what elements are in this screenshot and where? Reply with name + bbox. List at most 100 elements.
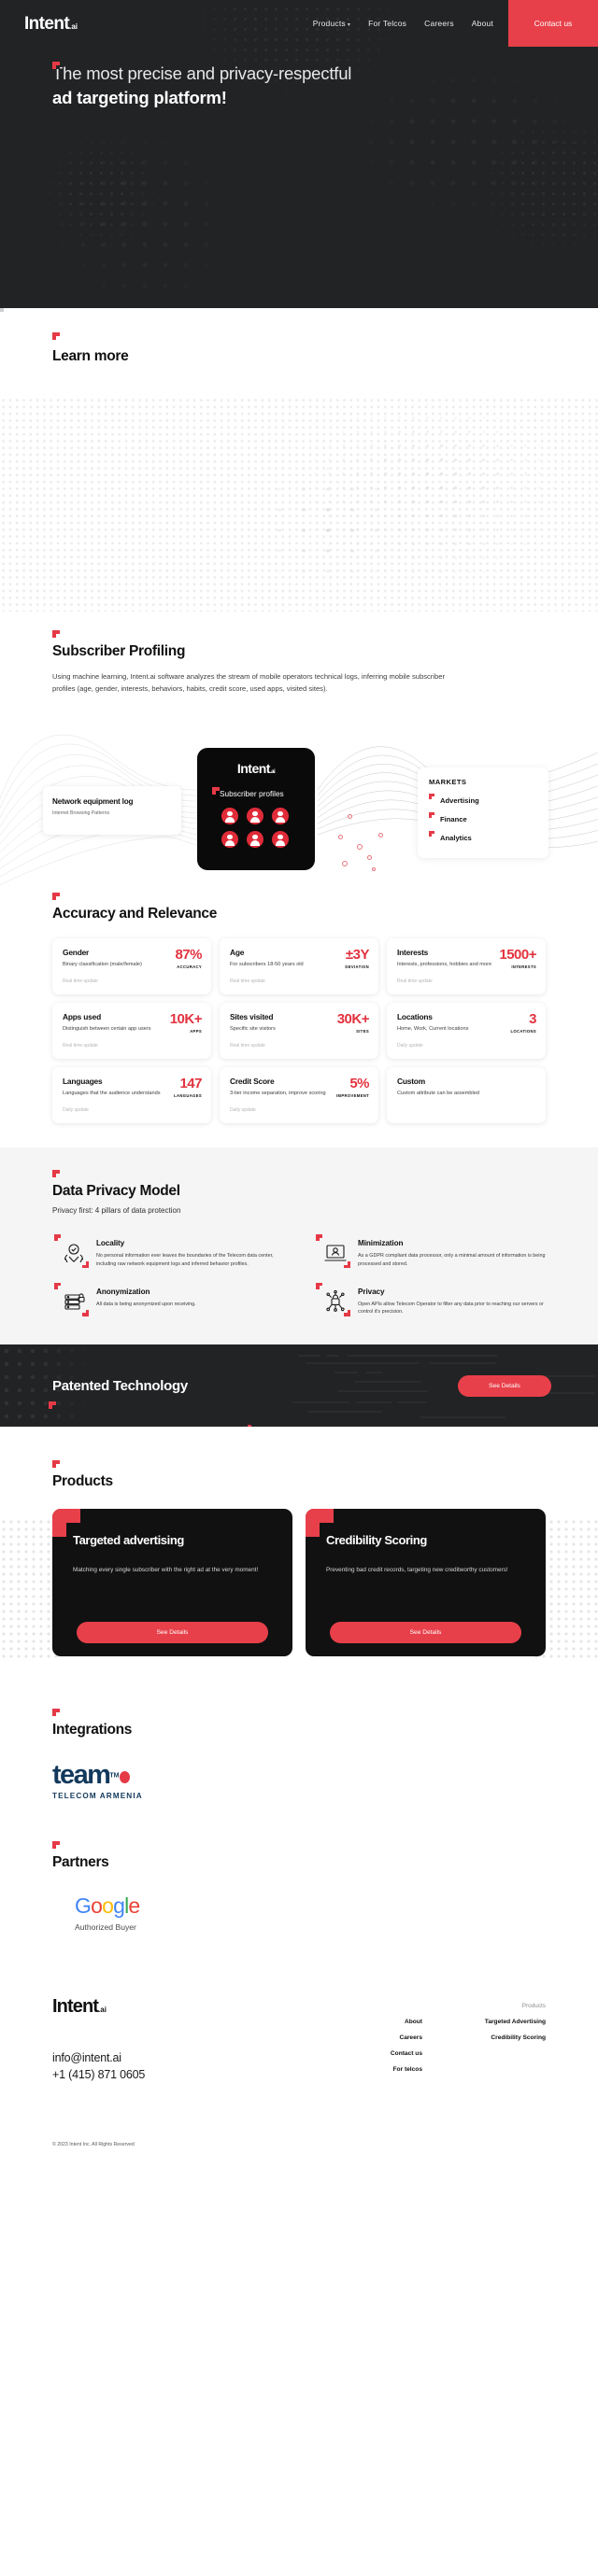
footer-brand-logo-suffix: .ai	[98, 2005, 107, 2014]
footer-brand-logo-text: Intent	[52, 1995, 99, 2017]
footer-column-company: About Careers Contact us For telcos	[348, 2003, 422, 2085]
edge-tick	[0, 308, 4, 312]
pillar-text: Minimization As a GDPR compliant data pr…	[358, 1239, 561, 1269]
red-corner-mark-icon	[344, 1309, 350, 1316]
red-corner-mark-icon	[212, 787, 220, 795]
brand-logo-suffix: .ai	[69, 21, 78, 31]
contact-us-button[interactable]: Contact us	[508, 0, 598, 47]
stat-title: Credit Score	[230, 1077, 275, 1087]
hero-heading: The most precise and privacy-respectful …	[52, 62, 598, 111]
stat-unit: ACCURACY	[177, 964, 202, 970]
hero-content: The most precise and privacy-respectful …	[0, 47, 598, 111]
stat-top: Interests Interests, professions, hobbie…	[397, 948, 536, 969]
see-details-button[interactable]: See Details	[458, 1374, 551, 1397]
avatar	[272, 808, 289, 825]
footer-link-careers[interactable]: Careers	[348, 2034, 422, 2041]
card-brand-logo-suffix: .ai	[269, 769, 276, 776]
stat-text: Age For subscribers 18-50 years old	[230, 948, 304, 968]
card-brand-logo-text: Intent	[236, 761, 271, 777]
team-telecom-armenia-logo: teamTM TELECOM ARMENIA	[52, 1760, 598, 1800]
stat-value: 10K+	[169, 1011, 203, 1028]
chevron-down-icon: ▾	[347, 22, 351, 28]
product-card-desc: Preventing bad credit records, targeting…	[326, 1567, 508, 1574]
privacy-pillar-privacy: Privacy Open APIs allow Telecom Operator…	[314, 1282, 561, 1317]
footer-phone[interactable]: +1 (415) 871 0605	[52, 2066, 348, 2084]
nav-item-products-label: Products	[312, 19, 346, 28]
avatar	[247, 831, 263, 849]
footer-link-contact-us[interactable]: Contact us	[348, 2050, 422, 2057]
patented-technology-banner: Patented Technology See Details	[0, 1344, 598, 1428]
stat-desc: Home, Work, Current locations	[397, 1026, 469, 1033]
nav-item-about[interactable]: About	[472, 19, 493, 28]
red-corner-mark-icon	[54, 1234, 61, 1242]
partners-title: Partners	[52, 1853, 109, 1870]
markets-item-label: Advertising	[440, 796, 479, 806]
data-flow-diagram: Network equipment log Internet Browsing …	[0, 695, 598, 892]
nav-item-products[interactable]: Products ▾	[313, 19, 350, 28]
stat-desc: Custom attribute can be assembled	[397, 1091, 479, 1097]
partners-section: Partners Google Authorized Buyer	[0, 1799, 598, 1932]
red-corner-mark-icon	[429, 812, 434, 819]
stat-text: Sites visited Specific site visitors	[230, 1012, 276, 1033]
stat-desc: For subscribers 18-50 years old	[230, 962, 304, 968]
footer-brand-logo[interactable]: Intent.ai	[52, 1997, 348, 2016]
left-dot-pattern	[0, 1518, 60, 1659]
red-corner-mark-icon	[344, 1261, 350, 1269]
stat-desc: Specific site visitors	[230, 1026, 276, 1033]
stat-value: 5%	[349, 1076, 369, 1092]
footer-link-for-telcos[interactable]: For telcos	[348, 2066, 422, 2073]
footer-link-targeted-advertising[interactable]: Targeted Advertising	[471, 2019, 546, 2025]
pillar-desc: As a GDPR compliant data processor, only…	[358, 1253, 546, 1267]
pillar-title: Anonymization	[96, 1287, 150, 1296]
stat-unit: INTERESTS	[511, 964, 536, 970]
dot-pattern-panel	[0, 397, 598, 612]
red-corner-mark-icon	[49, 1401, 56, 1409]
subscriber-profiles-label: Subscriber profiles	[220, 789, 284, 799]
stat-value: 1500+	[499, 947, 536, 964]
stat-card-locations: Locations Home, Work, Current locations …	[387, 1003, 546, 1060]
stat-unit: LOCATIONS	[510, 1029, 536, 1035]
stat-update: Daily update	[63, 1107, 89, 1114]
stat-desc: Languages that the audience understands	[63, 1091, 161, 1097]
google-letter: e	[128, 1893, 140, 1918]
footer-link-credibility-scoring[interactable]: Credibility Scoring	[471, 2034, 546, 2041]
stat-text: Credit Score 3-tier income separation, i…	[230, 1077, 326, 1097]
stat-card-gender: Gender Binary classification (male/femal…	[52, 938, 211, 995]
red-corner-mark-icon	[82, 1309, 89, 1316]
stat-value-wrap: 87% ACCURACY	[175, 948, 202, 969]
google-logo-caption: Authorized Buyer	[75, 1921, 136, 1932]
integrations-title: Integrations	[52, 1722, 133, 1738]
stat-value-wrap: 10K+ APPS	[169, 1011, 203, 1034]
brand-logo[interactable]: Intent.ai	[24, 15, 78, 33]
nav-item-for-telcos[interactable]: For Telcos	[368, 19, 406, 28]
markets-item-advertising: Advertising	[429, 794, 548, 806]
footer-email[interactable]: info@intent.ai	[52, 2049, 348, 2067]
product-card-grid: Targeted advertising Matching every sing…	[52, 1509, 546, 1657]
stat-title: Gender	[63, 948, 90, 958]
stat-unit: LANGUAGES	[174, 1093, 202, 1099]
stat-desc: Distinguish between certain app users	[63, 1026, 151, 1033]
see-details-button[interactable]: See Details	[77, 1622, 268, 1644]
see-details-button[interactable]: See Details	[330, 1622, 521, 1644]
stat-unit: SITES	[356, 1029, 369, 1035]
stat-value-wrap: 3 LOCATIONS	[511, 1012, 537, 1034]
products-cards-wrap: Targeted advertising Matching every sing…	[0, 1509, 598, 1668]
nav-item-careers[interactable]: Careers	[424, 19, 454, 28]
stat-title: Languages	[63, 1077, 103, 1087]
site-footer: Intent.ai info@intent.ai +1 (415) 871 06…	[0, 1931, 598, 2163]
stat-card-languages: Languages Languages that the audience un…	[52, 1067, 211, 1124]
hero-heading-line1: The most precise and privacy-respectful	[52, 63, 352, 83]
footer-link-about[interactable]: About	[348, 2019, 422, 2025]
stat-top: Apps used Distinguish between certain ap…	[63, 1011, 203, 1034]
stat-top: Gender Binary classification (male/femal…	[63, 948, 202, 969]
footer-link-columns: About Careers Contact us For telcos Prod…	[348, 1997, 546, 2085]
brand-logo-text: Intent	[24, 13, 70, 34]
patented-technology-title: Patented Technology	[52, 1377, 188, 1394]
team-logo-word: team	[52, 1760, 111, 1791]
stat-update: Real time update	[397, 978, 433, 985]
stat-value: 147	[179, 1076, 202, 1092]
dot-layer-3	[0, 397, 598, 612]
markets-heading: MARKETS	[429, 778, 467, 787]
stat-update: Daily update	[397, 1043, 423, 1049]
stat-title: Interests	[397, 948, 429, 958]
